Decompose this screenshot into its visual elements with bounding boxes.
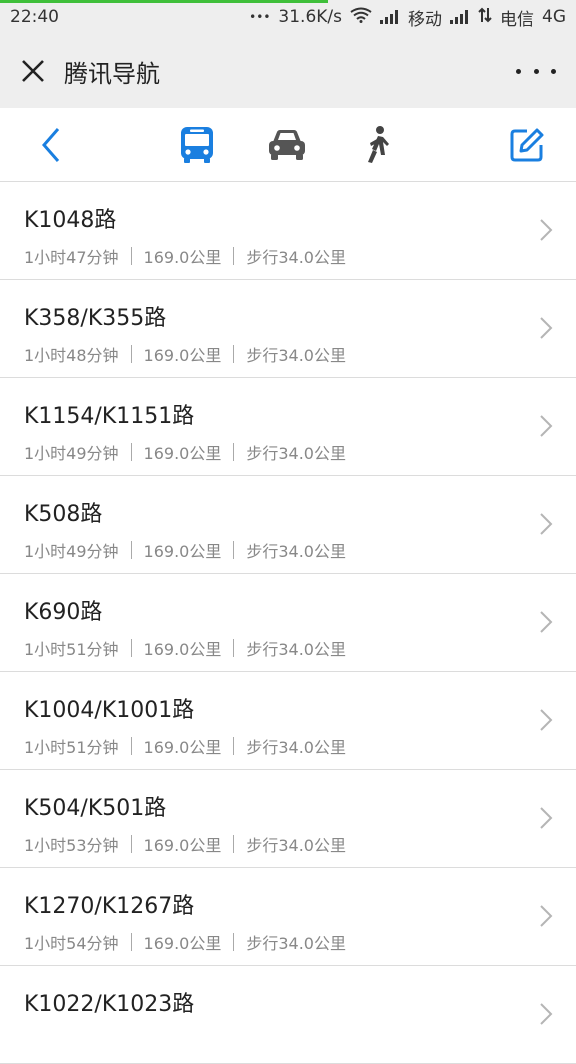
- route-duration: 1小时51分钟: [24, 738, 119, 757]
- route-duration: 1小时49分钟: [24, 444, 119, 463]
- route-duration: 1小时51分钟: [24, 640, 119, 659]
- route-name: K1270/K1267路: [24, 894, 195, 919]
- network-speed: 31.6K/s: [278, 7, 342, 27]
- route-meta: 1小时48分钟 169.0公里 步行34.0公里: [24, 342, 346, 366]
- route-walk: 步行34.0公里: [246, 640, 346, 659]
- meta-divider: [130, 639, 132, 657]
- route-name: K504/K501路: [24, 796, 167, 821]
- route-item[interactable]: K1004/K1001路 1小时51分钟 169.0公里 步行34.0公里: [0, 672, 576, 770]
- route-meta: 1小时51分钟 169.0公里 步行34.0公里: [24, 636, 346, 660]
- route-item[interactable]: K504/K501路 1小时53分钟 169.0公里 步行34.0公里: [0, 770, 576, 868]
- chevron-right-icon: [538, 904, 554, 928]
- close-icon[interactable]: [20, 58, 46, 84]
- route-name: K508路: [24, 502, 103, 527]
- route-meta: 1小时51分钟 169.0公里 步行34.0公里: [24, 734, 346, 758]
- status-right: ••• 31.6K/s 移动 电信 4G: [249, 5, 566, 30]
- status-time: 22:40: [10, 7, 59, 27]
- route-distance: 169.0公里: [143, 934, 222, 953]
- chevron-right-icon: [538, 1002, 554, 1026]
- route-item[interactable]: K508路 1小时49分钟 169.0公里 步行34.0公里: [0, 476, 576, 574]
- route-item[interactable]: K1154/K1151路 1小时49分钟 169.0公里 步行34.0公里: [0, 378, 576, 476]
- route-item[interactable]: K690路 1小时51分钟 169.0公里 步行34.0公里: [0, 574, 576, 672]
- route-name: K1022/K1023路: [24, 992, 195, 1017]
- meta-divider: [130, 835, 132, 853]
- route-meta: 1小时49分钟 169.0公里 步行34.0公里: [24, 440, 346, 464]
- meta-divider: [233, 443, 235, 461]
- meta-divider: [130, 737, 132, 755]
- chevron-right-icon: [538, 218, 554, 242]
- carrier-2: 电信: [500, 9, 534, 30]
- route-item[interactable]: K1022/K1023路: [0, 966, 576, 1064]
- chevron-right-icon: [538, 610, 554, 634]
- wifi-icon: [350, 7, 372, 28]
- chevron-right-icon: [538, 708, 554, 732]
- route-meta: 1小时47分钟 169.0公里 步行34.0公里: [24, 244, 346, 268]
- route-duration: 1小时49分钟: [24, 542, 119, 561]
- status-bar: 22:40 ••• 31.6K/s 移动 电信 4G: [0, 0, 576, 34]
- route-distance: 169.0公里: [143, 640, 222, 659]
- route-name: K1048路: [24, 208, 117, 233]
- more-menu-icon[interactable]: [516, 58, 556, 84]
- status-dots: •••: [249, 10, 271, 24]
- chevron-right-icon: [538, 316, 554, 340]
- meta-divider: [130, 541, 132, 559]
- route-walk: 步行34.0公里: [246, 542, 346, 561]
- route-list: K1048路 1小时47分钟 169.0公里 步行34.0公里 K358/K355路 1小…: [0, 182, 576, 1064]
- route-walk: 步行34.0公里: [246, 934, 346, 953]
- route-meta: 1小时53分钟 169.0公里 步行34.0公里: [24, 832, 346, 856]
- meta-divider: [130, 247, 132, 265]
- walk-icon[interactable]: [356, 124, 398, 166]
- bus-icon[interactable]: [176, 124, 218, 166]
- chevron-right-icon: [538, 414, 554, 438]
- data-transfer-icon: [478, 7, 492, 28]
- route-walk: 步行34.0公里: [246, 346, 346, 365]
- route-distance: 169.0公里: [143, 444, 222, 463]
- route-duration: 1小时53分钟: [24, 836, 119, 855]
- route-meta: 1小时49分钟 169.0公里 步行34.0公里: [24, 538, 346, 562]
- chevron-right-icon: [538, 512, 554, 536]
- route-distance: 169.0公里: [143, 542, 222, 561]
- edit-icon[interactable]: [506, 124, 548, 166]
- route-walk: 步行34.0公里: [246, 738, 346, 757]
- route-walk: 步行34.0公里: [246, 444, 346, 463]
- route-walk: 步行34.0公里: [246, 248, 346, 267]
- carrier-1: 移动: [408, 9, 442, 30]
- route-name: K1004/K1001路: [24, 698, 195, 723]
- route-walk: 步行34.0公里: [246, 836, 346, 855]
- page-title: 腾讯导航: [64, 59, 160, 88]
- route-duration: 1小时48分钟: [24, 346, 119, 365]
- route-item[interactable]: K358/K355路 1小时48分钟 169.0公里 步行34.0公里: [0, 280, 576, 378]
- meta-divider: [233, 247, 235, 265]
- meta-divider: [233, 835, 235, 853]
- route-name: K690路: [24, 600, 103, 625]
- route-item[interactable]: K1048路 1小时47分钟 169.0公里 步行34.0公里: [0, 182, 576, 280]
- meta-divider: [233, 639, 235, 657]
- transport-mode-bar: [0, 108, 576, 182]
- signal-icon-1: [380, 10, 400, 24]
- route-distance: 169.0公里: [143, 836, 222, 855]
- route-distance: 169.0公里: [143, 346, 222, 365]
- route-distance: 169.0公里: [143, 248, 222, 267]
- route-name: K358/K355路: [24, 306, 167, 331]
- route-distance: 169.0公里: [143, 738, 222, 757]
- meta-divider: [130, 933, 132, 951]
- route-duration: 1小时47分钟: [24, 248, 119, 267]
- meta-divider: [130, 443, 132, 461]
- title-bar: 腾讯导航: [0, 34, 576, 108]
- meta-divider: [233, 737, 235, 755]
- page-load-progress: [0, 0, 329, 3]
- back-icon[interactable]: [30, 124, 72, 166]
- signal-icon-2: [450, 10, 470, 24]
- route-duration: 1小时54分钟: [24, 934, 119, 953]
- route-name: K1154/K1151路: [24, 404, 195, 429]
- route-item[interactable]: K1270/K1267路 1小时54分钟 169.0公里 步行34.0公里: [0, 868, 576, 966]
- meta-divider: [233, 345, 235, 363]
- car-icon[interactable]: [266, 124, 308, 166]
- chevron-right-icon: [538, 806, 554, 830]
- route-meta: 1小时54分钟 169.0公里 步行34.0公里: [24, 930, 346, 954]
- meta-divider: [130, 345, 132, 363]
- meta-divider: [233, 541, 235, 559]
- meta-divider: [233, 933, 235, 951]
- network-type: 4G: [542, 7, 566, 27]
